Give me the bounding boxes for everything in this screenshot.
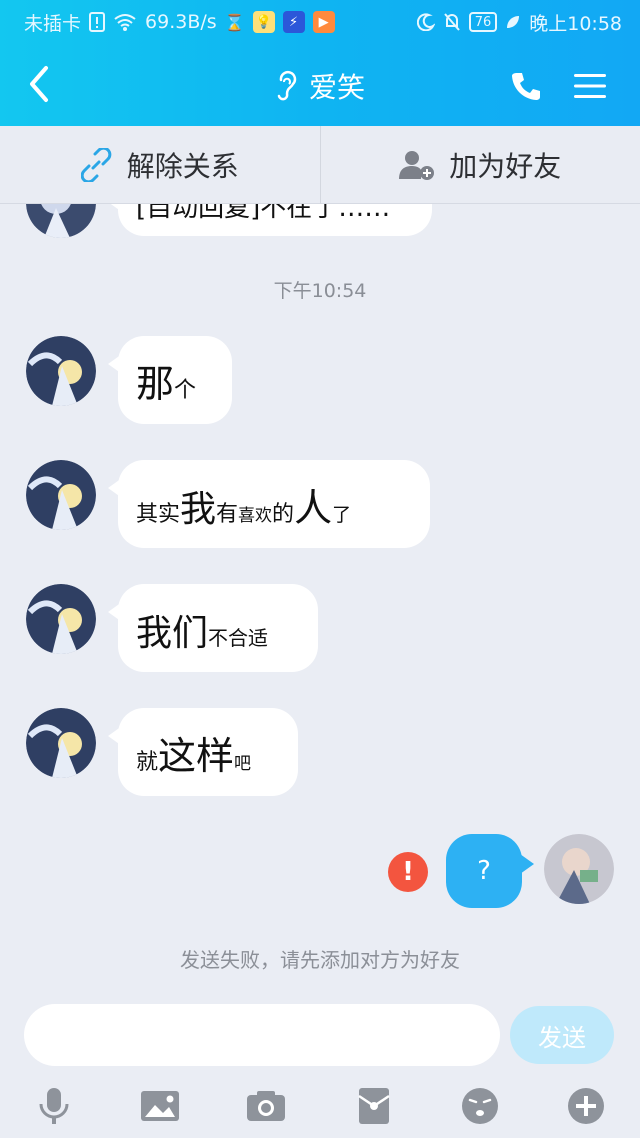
contact-name: 爱笑 bbox=[308, 71, 365, 104]
carrier-label: 未插卡 bbox=[24, 12, 82, 35]
mic-button[interactable] bbox=[32, 1084, 76, 1128]
add-friend-icon bbox=[399, 150, 435, 180]
title-group: 爱笑 bbox=[0, 66, 640, 106]
message-bubble[interactable]: 我们不合适 bbox=[108, 584, 318, 672]
emoji-button[interactable] bbox=[458, 1084, 502, 1128]
avatar[interactable] bbox=[26, 336, 96, 406]
image-icon bbox=[141, 1091, 179, 1121]
red-packet-button[interactable] bbox=[352, 1084, 396, 1128]
message-bubble[interactable]: 那个 bbox=[108, 336, 232, 424]
phone-icon bbox=[512, 73, 540, 100]
image-button[interactable] bbox=[138, 1084, 182, 1128]
avatar[interactable] bbox=[26, 708, 96, 778]
avatar[interactable] bbox=[26, 584, 96, 654]
menu-button[interactable] bbox=[574, 72, 606, 100]
message-input[interactable] bbox=[24, 1004, 500, 1066]
clock: 晚上10:58 bbox=[529, 12, 622, 35]
unlink-button[interactable]: 解除关系 bbox=[0, 126, 320, 203]
header: 未插卡 69.3B/s ⌛ 💡 ⚡ ▶ 76 晚上10:58 爱笑 bbox=[0, 0, 640, 126]
leaf-icon bbox=[505, 14, 521, 30]
call-button[interactable] bbox=[510, 70, 542, 102]
self-avatar[interactable] bbox=[544, 834, 614, 904]
message-text: 其实我有喜欢的人了 bbox=[136, 486, 352, 530]
unlink-label: 解除关系 bbox=[126, 149, 239, 183]
relationship-bar: 解除关系 加为好友 bbox=[0, 126, 640, 204]
navbar: 爱笑 bbox=[0, 44, 640, 126]
menu-icon bbox=[574, 74, 606, 98]
plus-icon bbox=[568, 1088, 604, 1124]
message-text: 就这样吧 bbox=[136, 734, 252, 778]
message-text: ? bbox=[477, 856, 491, 886]
flash-app-icon: ⚡ bbox=[282, 11, 305, 33]
battery-level: 76 bbox=[468, 12, 498, 32]
video-app-icon: ▶ bbox=[312, 11, 335, 33]
message-text: 我们不合适 bbox=[136, 613, 269, 654]
hourglass-icon: ⌛ bbox=[224, 12, 245, 32]
sim-alert-icon bbox=[89, 12, 106, 32]
ear-icon bbox=[277, 70, 297, 101]
more-button[interactable] bbox=[564, 1084, 608, 1128]
toolbar bbox=[0, 1076, 640, 1138]
message-bubble[interactable]: 其实我有喜欢的人了 bbox=[108, 460, 430, 548]
chat-area: [自动回复]不在了…… 下午10:54 那个 其实我有喜欢的人了 我们不合适 就… bbox=[0, 204, 640, 984]
moon-icon bbox=[416, 13, 435, 31]
message-bubble[interactable]: 就这样吧 bbox=[108, 708, 298, 796]
mic-icon bbox=[39, 1088, 69, 1124]
red-packet-icon bbox=[358, 1088, 390, 1124]
send-failed-icon[interactable]: ! bbox=[388, 852, 428, 892]
network-speed: 69.3B/s bbox=[145, 11, 217, 33]
time-divider: 下午10:54 bbox=[273, 280, 367, 302]
emoji-icon bbox=[462, 1088, 498, 1124]
camera-icon bbox=[247, 1091, 285, 1121]
avatar[interactable] bbox=[26, 204, 96, 238]
self-message-bubble[interactable]: ? bbox=[446, 834, 534, 908]
wifi-icon bbox=[113, 13, 137, 31]
bell-muted-icon bbox=[443, 12, 461, 32]
avatar[interactable] bbox=[26, 460, 96, 530]
camera-button[interactable] bbox=[244, 1084, 288, 1128]
send-failed-notice: 发送失败，请先添加对方为好友 bbox=[180, 948, 460, 972]
unlink-icon bbox=[80, 147, 112, 182]
add-friend-label: 加为好友 bbox=[449, 149, 562, 183]
message-bubble-partial[interactable]: [自动回复]不在了…… bbox=[108, 204, 432, 236]
add-friend-button[interactable]: 加为好友 bbox=[321, 126, 640, 203]
send-button[interactable]: 发送 bbox=[510, 1006, 614, 1064]
bulb-app-icon: 💡 bbox=[252, 11, 275, 33]
message-text: [自动回复]不在了…… bbox=[136, 204, 391, 223]
message-text: 那个 bbox=[136, 362, 197, 406]
status-bar: 未插卡 69.3B/s ⌛ 💡 ⚡ ▶ 76 晚上10:58 bbox=[0, 0, 640, 44]
